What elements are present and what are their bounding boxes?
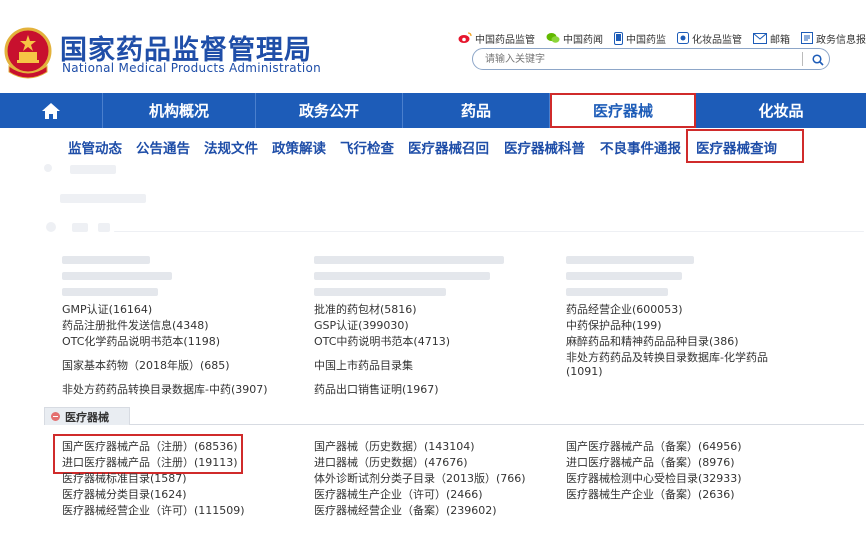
top-link-label: 化妆品监管: [692, 34, 742, 46]
sub-nav: 监管动态 公告通告 法规文件 政策解读 飞行检查 医疗器械召回 医疗器械科普 不…: [0, 129, 866, 163]
nav-cosmetics[interactable]: 化妆品: [696, 93, 866, 128]
device-link-domestic-registered[interactable]: 国产医疗器械产品（注册）(68536): [62, 438, 238, 454]
nav-government-affairs[interactable]: 政务公开: [256, 93, 403, 128]
faded-text: [314, 272, 490, 280]
faded-bullet: [46, 222, 56, 232]
top-link-label: 中国药闻: [563, 34, 603, 46]
drug-link[interactable]: GSP认证(399030): [314, 317, 409, 333]
drug-link[interactable]: (1091): [566, 365, 603, 378]
device-link[interactable]: 医疗器械分类目录(1624): [62, 486, 187, 502]
faded-text: [566, 272, 682, 280]
search-divider: [802, 52, 803, 66]
device-link[interactable]: 医疗器械生产企业（备案）(2636): [566, 486, 735, 502]
faded-text: [72, 223, 88, 232]
national-emblem-icon: [4, 27, 52, 79]
drug-link[interactable]: 药品经营企业(600053): [566, 301, 683, 317]
drug-link[interactable]: OTC化学药品说明书范本(1198): [62, 333, 220, 349]
faded-bullet: [44, 164, 52, 172]
main-nav: 机构概况 政务公开 药品 医疗器械 化妆品: [0, 93, 866, 128]
device-link-imported-registered[interactable]: 进口医疗器械产品（注册）(19113): [62, 454, 238, 470]
faded-text: [62, 288, 158, 296]
top-link-label: 邮箱: [770, 34, 790, 46]
top-link-wechat[interactable]: 中国药闻: [546, 31, 603, 46]
faded-text: [60, 194, 146, 203]
top-link-label: 中国药品监管: [475, 34, 535, 46]
drug-link[interactable]: 非处方药药品及转换目录数据库-化学药品: [566, 349, 768, 365]
drug-link[interactable]: 中国上市药品目录集: [314, 357, 413, 373]
drug-link[interactable]: 中药保护品种(199): [566, 317, 662, 333]
device-link[interactable]: 国产器械（历史数据）(143104): [314, 438, 475, 454]
drug-link[interactable]: OTC中药说明书范本(4713): [314, 333, 450, 349]
mail-icon: [753, 32, 767, 44]
top-link-cosmetics[interactable]: 化妆品监管: [677, 31, 742, 46]
device-link[interactable]: 国产医疗器械产品（备案）(64956): [566, 438, 742, 454]
subnav-item[interactable]: 公告通告: [136, 137, 190, 157]
faded-text: [98, 223, 110, 232]
device-section-header: 医疗器械: [44, 407, 864, 425]
device-link[interactable]: 医疗器械标准目录(1587): [62, 470, 187, 486]
subnav-item[interactable]: 医疗器械召回: [408, 137, 489, 157]
report-icon: [801, 32, 813, 44]
top-link-weibo[interactable]: 中国药品监管: [458, 31, 535, 46]
search-button[interactable]: [809, 51, 827, 68]
device-link[interactable]: 医疗器械检测中心受检目录(32933): [566, 470, 742, 486]
faded-line: [114, 231, 864, 232]
faded-text: [314, 288, 446, 296]
nav-home[interactable]: [0, 93, 103, 128]
top-link-label: 中国药监: [626, 34, 666, 46]
top-link-mail[interactable]: 邮箱: [753, 31, 790, 46]
section-title: 医疗器械: [65, 410, 109, 424]
nav-institution[interactable]: 机构概况: [103, 93, 256, 128]
faded-text: [566, 288, 668, 296]
faded-text: [566, 256, 694, 264]
subnav-item[interactable]: 法规文件: [204, 137, 258, 157]
subnav-item[interactable]: 不良事件通报: [600, 137, 681, 157]
device-link[interactable]: 医疗器械生产企业（许可）(2466): [314, 486, 483, 502]
top-links-bar: 中国药品监管 中国药闻 中国药监 化妆品监管 邮箱 政务信息报送: [458, 30, 866, 46]
drug-link[interactable]: 非处方药药品转换目录数据库-中药(3907): [62, 381, 268, 397]
mobile-icon: [614, 31, 623, 45]
drug-link[interactable]: 国家基本药物（2018年版）(685): [62, 357, 230, 373]
weibo-icon: [458, 32, 472, 43]
app-icon: [677, 32, 689, 44]
device-link[interactable]: 医疗器械经营企业（许可）(111509): [62, 502, 245, 518]
drug-link[interactable]: 药品注册批件发送信息(4348): [62, 317, 209, 333]
drug-link[interactable]: 麻醉药品和精神药品品种目录(386): [566, 333, 739, 349]
device-link[interactable]: 体外诊断试剂分类子目录（2013版）(766): [314, 470, 526, 486]
faded-text: [70, 165, 116, 174]
device-link[interactable]: 进口医疗器械产品（备案）(8976): [566, 454, 735, 470]
search-icon: [812, 53, 824, 66]
device-link[interactable]: 进口器械（历史数据）(47676): [314, 454, 468, 470]
faded-text: [62, 256, 150, 264]
top-link-label: 政务信息报送: [816, 34, 866, 46]
search-input[interactable]: [485, 51, 785, 67]
subnav-item[interactable]: 飞行检查: [340, 137, 394, 157]
collapse-icon[interactable]: [51, 412, 60, 421]
page: 国家药品监督管理局 National Medical Products Admi…: [0, 0, 866, 543]
wechat-icon: [546, 33, 560, 43]
subnav-item[interactable]: 监管动态: [68, 137, 122, 157]
subnav-item[interactable]: 医疗器械科普: [504, 137, 585, 157]
nav-medical-devices[interactable]: 医疗器械: [550, 93, 696, 128]
subnav-item-device-query[interactable]: 医疗器械查询: [696, 137, 777, 157]
drug-link[interactable]: 批准的药包材(5816): [314, 301, 417, 317]
search-box: [472, 48, 830, 70]
top-link-report[interactable]: 政务信息报送: [801, 31, 866, 46]
home-icon: [42, 102, 60, 119]
device-link[interactable]: 医疗器械经营企业（备案）(239602): [314, 502, 497, 518]
site-subtitle: National Medical Products Administration: [62, 61, 322, 75]
subnav-item[interactable]: 政策解读: [272, 137, 326, 157]
faded-text: [62, 272, 172, 280]
top-link-mobile[interactable]: 中国药监: [614, 31, 666, 46]
faded-text: [314, 256, 504, 264]
device-section-tab: 医疗器械: [44, 407, 130, 425]
drug-link[interactable]: 药品出口销售证明(1967): [314, 381, 439, 397]
drug-link[interactable]: GMP认证(16164): [62, 301, 152, 317]
nav-drugs[interactable]: 药品: [403, 93, 550, 128]
